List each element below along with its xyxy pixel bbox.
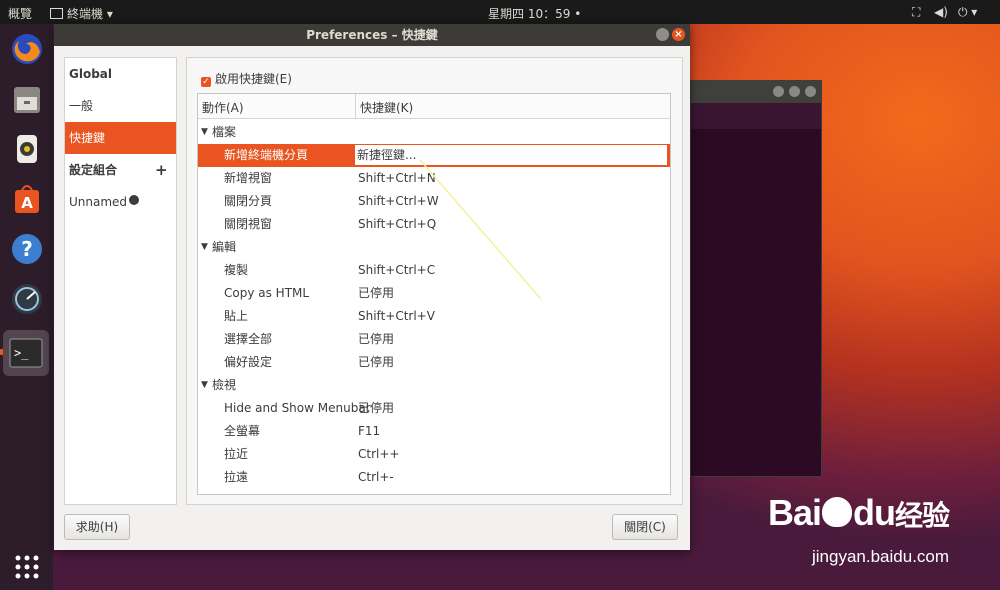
help-icon[interactable]: ? bbox=[8, 230, 46, 268]
activities-button[interactable]: 概覽 bbox=[8, 5, 32, 22]
shortcuts-tree: 動作(A) 快捷鍵(K) ▼ 檔案 新增終端機分頁 新捷徑鍵... 新增視窗 Shi… bbox=[197, 93, 671, 495]
show-applications-icon[interactable] bbox=[8, 548, 46, 586]
profile-name: Unnamed bbox=[69, 195, 128, 209]
chevron-down-icon: ▾ bbox=[106, 7, 113, 21]
sidebar-item-profile[interactable]: Unnamed bbox=[65, 186, 176, 218]
dialog-title: Preferences – 快捷鍵 bbox=[306, 28, 438, 42]
watermark-url: jingyan.baidu.com bbox=[812, 547, 950, 566]
dialog-titlebar: Preferences – 快捷鍵 × bbox=[54, 24, 690, 46]
profiles-label: 設定組合 bbox=[69, 163, 118, 177]
minimize-icon[interactable] bbox=[656, 28, 669, 41]
power-icon[interactable]: ⏻ ▾ bbox=[958, 5, 977, 20]
sidebar-item-shortcuts[interactable]: 快捷鍵 bbox=[65, 122, 176, 154]
enable-shortcuts-label: 啟用快捷鍵(E) bbox=[215, 72, 292, 86]
software-center-icon[interactable]: A bbox=[8, 180, 46, 218]
terminal-titlebar bbox=[691, 81, 821, 103]
baidu-watermark-logo: Bai du经验 bbox=[768, 492, 950, 534]
close-button[interactable] bbox=[805, 86, 816, 97]
sidebar-item-general[interactable]: 一般 bbox=[65, 90, 176, 122]
disk-usage-icon[interactable] bbox=[8, 280, 46, 318]
maximize-button[interactable] bbox=[789, 86, 800, 97]
close-button[interactable]: 關閉(C) bbox=[612, 514, 678, 540]
terminal-small-icon bbox=[50, 8, 63, 19]
preferences-dialog: Preferences – 快捷鍵 × Global 一般 快捷鍵 設定組合 +… bbox=[54, 24, 690, 550]
enable-shortcuts-checkbox[interactable]: ✓ 啟用快捷鍵(E) bbox=[201, 70, 292, 87]
add-profile-button[interactable]: + bbox=[155, 154, 168, 186]
sidebar-heading-profiles: 設定組合 + bbox=[65, 154, 176, 186]
clock-label: 星期四 10：59 bbox=[488, 7, 571, 21]
shortcuts-panel: ✓ 啟用快捷鍵(E) 動作(A) 快捷鍵(K) ▼ 檔案 新增終端機分頁 新捷徑鍵.… bbox=[186, 57, 683, 505]
files-icon[interactable] bbox=[8, 80, 46, 118]
terminal-tabs-area bbox=[691, 103, 821, 129]
notification-dot-icon: • bbox=[574, 7, 582, 21]
paw-icon bbox=[822, 497, 853, 527]
close-icon[interactable]: × bbox=[672, 28, 685, 41]
sidebar-heading-global: Global bbox=[69, 67, 113, 81]
volume-icon[interactable]: ◀) bbox=[934, 5, 948, 19]
terminal-icon[interactable]: >_ bbox=[3, 330, 49, 376]
help-button[interactable]: 求助(H) bbox=[64, 514, 130, 540]
svg-text:>_: >_ bbox=[14, 346, 29, 360]
firefox-icon[interactable] bbox=[8, 30, 46, 68]
app-menu[interactable]: 終端機 ▾ bbox=[50, 5, 113, 22]
terminal-window-background bbox=[690, 80, 822, 477]
rhythmbox-icon[interactable] bbox=[8, 130, 46, 168]
checkbox-checked-icon: ✓ bbox=[201, 77, 211, 87]
default-profile-check-icon[interactable] bbox=[129, 195, 139, 205]
clock[interactable]: 星期四 10：59 • bbox=[488, 5, 581, 22]
watermark-brand: Bai bbox=[768, 492, 822, 533]
running-indicator bbox=[0, 349, 3, 355]
network-icon[interactable]: ⛶ bbox=[912, 5, 920, 20]
annotation-line bbox=[419, 159, 542, 300]
app-menu-label: 終端機 bbox=[67, 7, 104, 21]
dock: A ? >_ bbox=[0, 24, 53, 590]
svg-text:A: A bbox=[21, 194, 33, 212]
preferences-sidebar: Global 一般 快捷鍵 設定組合 + Unnamed bbox=[64, 57, 177, 505]
minimize-button[interactable] bbox=[773, 86, 784, 97]
svg-text:?: ? bbox=[21, 237, 33, 261]
watermark-brand2: du bbox=[853, 492, 896, 533]
top-bar: 概覽 終端機 ▾ 星期四 10：59 • ⛶ ◀) ⏻ ▾ bbox=[0, 0, 1000, 24]
watermark-brand-cn: 经验 bbox=[895, 499, 950, 532]
